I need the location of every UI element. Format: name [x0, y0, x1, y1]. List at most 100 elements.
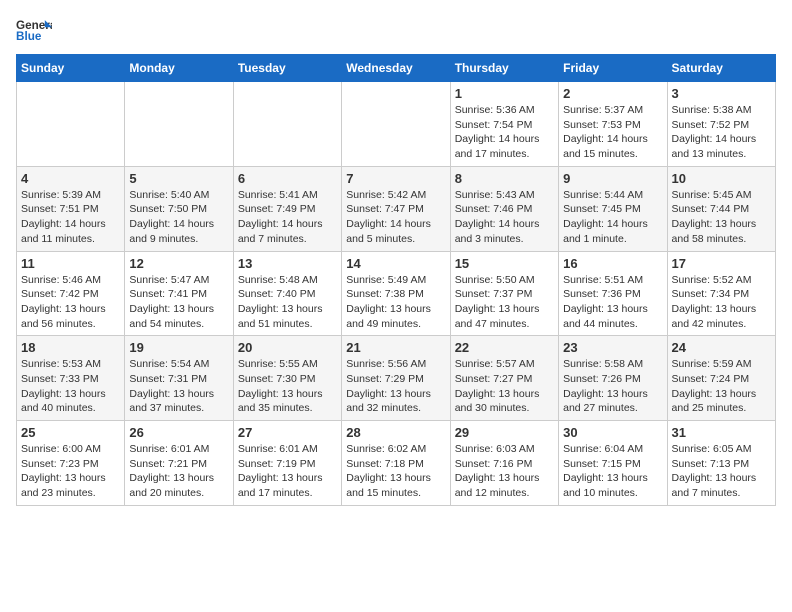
day-info: Sunrise: 5:58 AM Sunset: 7:26 PM Dayligh… — [563, 357, 662, 416]
calendar-cell: 13 Sunrise: 5:48 AM Sunset: 7:40 PM Dayli… — [233, 251, 341, 336]
calendar-week-4: 18 Sunrise: 5:53 AM Sunset: 7:33 PM Dayli… — [17, 336, 776, 421]
column-header-monday: Monday — [125, 55, 233, 82]
calendar-cell: 29 Sunrise: 6:03 AM Sunset: 7:16 PM Dayli… — [450, 421, 558, 506]
day-info: Sunrise: 5:48 AM Sunset: 7:40 PM Dayligh… — [238, 273, 337, 332]
calendar-cell: 18 Sunrise: 5:53 AM Sunset: 7:33 PM Dayli… — [17, 336, 125, 421]
day-number: 13 — [238, 256, 337, 271]
day-info: Sunrise: 5:37 AM Sunset: 7:53 PM Dayligh… — [563, 103, 662, 162]
day-info: Sunrise: 5:56 AM Sunset: 7:29 PM Dayligh… — [346, 357, 445, 416]
day-number: 15 — [455, 256, 554, 271]
column-header-wednesday: Wednesday — [342, 55, 450, 82]
day-info: Sunrise: 5:43 AM Sunset: 7:46 PM Dayligh… — [455, 188, 554, 247]
day-number: 23 — [563, 340, 662, 355]
day-number: 19 — [129, 340, 228, 355]
calendar-cell: 30Sunrise: 6:04 AM Sunset: 7:15 PM Dayli… — [559, 421, 667, 506]
calendar-cell: 23 Sunrise: 5:58 AM Sunset: 7:26 PM Dayli… — [559, 336, 667, 421]
column-header-saturday: Saturday — [667, 55, 775, 82]
calendar-cell: 7Sunrise: 5:42 AM Sunset: 7:47 PM Daylig… — [342, 166, 450, 251]
day-number: 5 — [129, 171, 228, 186]
calendar-week-2: 4 Sunrise: 5:39 AM Sunset: 7:51 PM Daylig… — [17, 166, 776, 251]
day-number: 16 — [563, 256, 662, 271]
calendar-cell: 26 Sunrise: 6:01 AM Sunset: 7:21 PM Dayli… — [125, 421, 233, 506]
day-number: 29 — [455, 425, 554, 440]
calendar-cell — [125, 82, 233, 167]
logo-icon: General Blue — [16, 16, 52, 44]
calendar-cell — [233, 82, 341, 167]
day-info: Sunrise: 5:39 AM Sunset: 7:51 PM Dayligh… — [21, 188, 120, 247]
day-number: 24 — [672, 340, 771, 355]
day-number: 14 — [346, 256, 445, 271]
calendar-cell: 27Sunrise: 6:01 AM Sunset: 7:19 PM Dayli… — [233, 421, 341, 506]
calendar-cell: 1 Sunrise: 5:36 AM Sunset: 7:54 PM Daylig… — [450, 82, 558, 167]
day-number: 12 — [129, 256, 228, 271]
day-number: 9 — [563, 171, 662, 186]
day-number: 2 — [563, 86, 662, 101]
day-number: 7 — [346, 171, 445, 186]
calendar-header: SundayMondayTuesdayWednesdayThursdayFrid… — [17, 55, 776, 82]
calendar-cell: 28Sunrise: 6:02 AM Sunset: 7:18 PM Dayli… — [342, 421, 450, 506]
day-info: Sunrise: 5:59 AM Sunset: 7:24 PM Dayligh… — [672, 357, 771, 416]
day-info: Sunrise: 5:54 AM Sunset: 7:31 PM Dayligh… — [129, 357, 228, 416]
calendar-cell: 31Sunrise: 6:05 AM Sunset: 7:13 PM Dayli… — [667, 421, 775, 506]
day-number: 26 — [129, 425, 228, 440]
calendar-cell: 14Sunrise: 5:49 AM Sunset: 7:38 PM Dayli… — [342, 251, 450, 336]
day-info: Sunrise: 5:47 AM Sunset: 7:41 PM Dayligh… — [129, 273, 228, 332]
day-info: Sunrise: 6:01 AM Sunset: 7:21 PM Dayligh… — [129, 442, 228, 501]
day-info: Sunrise: 5:53 AM Sunset: 7:33 PM Dayligh… — [21, 357, 120, 416]
day-info: Sunrise: 5:52 AM Sunset: 7:34 PM Dayligh… — [672, 273, 771, 332]
calendar-week-3: 11 Sunrise: 5:46 AM Sunset: 7:42 PM Dayli… — [17, 251, 776, 336]
day-info: Sunrise: 6:01 AM Sunset: 7:19 PM Dayligh… — [238, 442, 337, 501]
calendar-cell: 24 Sunrise: 5:59 AM Sunset: 7:24 PM Dayli… — [667, 336, 775, 421]
calendar-cell: 8Sunrise: 5:43 AM Sunset: 7:46 PM Daylig… — [450, 166, 558, 251]
day-info: Sunrise: 5:46 AM Sunset: 7:42 PM Dayligh… — [21, 273, 120, 332]
day-number: 6 — [238, 171, 337, 186]
day-number: 11 — [21, 256, 120, 271]
column-header-sunday: Sunday — [17, 55, 125, 82]
calendar-cell: 9Sunrise: 5:44 AM Sunset: 7:45 PM Daylig… — [559, 166, 667, 251]
column-header-friday: Friday — [559, 55, 667, 82]
calendar-cell: 2 Sunrise: 5:37 AM Sunset: 7:53 PM Daylig… — [559, 82, 667, 167]
column-header-tuesday: Tuesday — [233, 55, 341, 82]
day-number: 3 — [672, 86, 771, 101]
day-number: 10 — [672, 171, 771, 186]
day-number: 21 — [346, 340, 445, 355]
calendar-cell: 25 Sunrise: 6:00 AM Sunset: 7:23 PM Dayli… — [17, 421, 125, 506]
day-info: Sunrise: 6:00 AM Sunset: 7:23 PM Dayligh… — [21, 442, 120, 501]
column-header-thursday: Thursday — [450, 55, 558, 82]
calendar-cell: 19 Sunrise: 5:54 AM Sunset: 7:31 PM Dayli… — [125, 336, 233, 421]
calendar-cell: 20Sunrise: 5:55 AM Sunset: 7:30 PM Dayli… — [233, 336, 341, 421]
day-info: Sunrise: 5:45 AM Sunset: 7:44 PM Dayligh… — [672, 188, 771, 247]
calendar-week-1: 1 Sunrise: 5:36 AM Sunset: 7:54 PM Daylig… — [17, 82, 776, 167]
calendar-cell: 5 Sunrise: 5:40 AM Sunset: 7:50 PM Daylig… — [125, 166, 233, 251]
page-header: General Blue — [16, 16, 776, 44]
day-number: 18 — [21, 340, 120, 355]
day-info: Sunrise: 5:57 AM Sunset: 7:27 PM Dayligh… — [455, 357, 554, 416]
day-info: Sunrise: 6:03 AM Sunset: 7:16 PM Dayligh… — [455, 442, 554, 501]
day-info: Sunrise: 5:36 AM Sunset: 7:54 PM Dayligh… — [455, 103, 554, 162]
day-number: 22 — [455, 340, 554, 355]
calendar-cell — [17, 82, 125, 167]
day-number: 25 — [21, 425, 120, 440]
logo: General Blue — [16, 16, 52, 44]
day-info: Sunrise: 5:51 AM Sunset: 7:36 PM Dayligh… — [563, 273, 662, 332]
calendar-cell: 6Sunrise: 5:41 AM Sunset: 7:49 PM Daylig… — [233, 166, 341, 251]
calendar-cell: 22 Sunrise: 5:57 AM Sunset: 7:27 PM Dayli… — [450, 336, 558, 421]
calendar-cell — [342, 82, 450, 167]
day-number: 17 — [672, 256, 771, 271]
calendar-cell: 3Sunrise: 5:38 AM Sunset: 7:52 PM Daylig… — [667, 82, 775, 167]
calendar-body: 1 Sunrise: 5:36 AM Sunset: 7:54 PM Daylig… — [17, 82, 776, 506]
day-number: 4 — [21, 171, 120, 186]
calendar-cell: 11 Sunrise: 5:46 AM Sunset: 7:42 PM Dayli… — [17, 251, 125, 336]
day-number: 1 — [455, 86, 554, 101]
calendar-cell: 17 Sunrise: 5:52 AM Sunset: 7:34 PM Dayli… — [667, 251, 775, 336]
day-info: Sunrise: 5:50 AM Sunset: 7:37 PM Dayligh… — [455, 273, 554, 332]
header-row: SundayMondayTuesdayWednesdayThursdayFrid… — [17, 55, 776, 82]
day-info: Sunrise: 6:04 AM Sunset: 7:15 PM Dayligh… — [563, 442, 662, 501]
day-info: Sunrise: 5:55 AM Sunset: 7:30 PM Dayligh… — [238, 357, 337, 416]
svg-text:Blue: Blue — [16, 30, 42, 43]
calendar-cell: 4 Sunrise: 5:39 AM Sunset: 7:51 PM Daylig… — [17, 166, 125, 251]
calendar-cell: 21 Sunrise: 5:56 AM Sunset: 7:29 PM Dayli… — [342, 336, 450, 421]
day-info: Sunrise: 5:40 AM Sunset: 7:50 PM Dayligh… — [129, 188, 228, 247]
calendar-cell: 12 Sunrise: 5:47 AM Sunset: 7:41 PM Dayli… — [125, 251, 233, 336]
day-info: Sunrise: 6:02 AM Sunset: 7:18 PM Dayligh… — [346, 442, 445, 501]
